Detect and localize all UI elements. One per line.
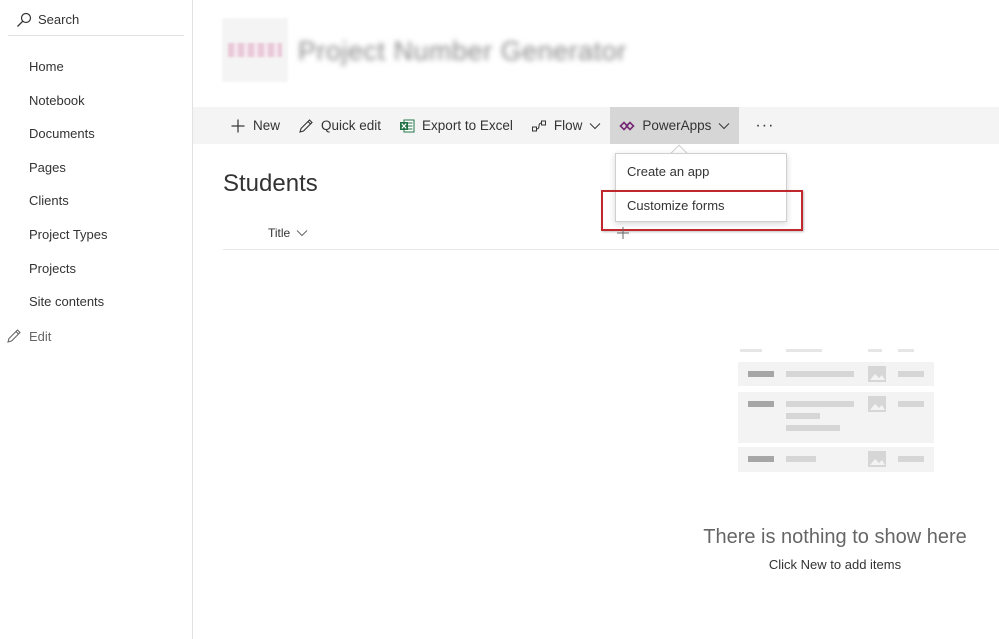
site-logo[interactable]: [222, 18, 288, 82]
left-navigation: Search Home Notebook Documents Pages Cli…: [0, 0, 193, 639]
nav-item-documents[interactable]: Documents: [0, 117, 192, 151]
new-label: New: [253, 118, 281, 133]
powerapps-dropdown-menu: Create an app Customize forms: [615, 153, 787, 222]
chevron-down-icon: [719, 122, 730, 129]
quick-edit-label: Quick edit: [321, 118, 382, 133]
nav-item-projects[interactable]: Projects: [0, 252, 192, 286]
nav-item-clients[interactable]: Clients: [0, 184, 192, 218]
column-header-title[interactable]: Title: [268, 226, 308, 240]
flow-icon: [531, 120, 546, 131]
column-header-label: Title: [268, 226, 291, 240]
nav-item-project-types[interactable]: Project Types: [0, 218, 192, 252]
export-to-excel-button[interactable]: Export to Excel: [390, 107, 522, 144]
pencil-icon: [7, 329, 21, 343]
nav-item-notebook[interactable]: Notebook: [0, 84, 192, 118]
powerapps-icon: [619, 120, 635, 131]
nav-list: Home Notebook Documents Pages Clients Pr…: [0, 50, 192, 319]
site-title[interactable]: Project Number Generator: [298, 36, 627, 67]
empty-state-title: There is nothing to show here: [703, 526, 967, 548]
empty-list-illustration: [738, 349, 934, 472]
plus-icon: [617, 227, 629, 239]
nav-edit-label: Edit: [29, 328, 52, 344]
powerapps-label: PowerApps: [642, 118, 712, 133]
chevron-down-icon: [590, 122, 601, 129]
new-button[interactable]: New: [193, 107, 289, 144]
search-box[interactable]: Search: [8, 4, 184, 36]
nav-item-pages[interactable]: Pages: [0, 151, 192, 185]
nav-item-site-contents[interactable]: Site contents: [0, 285, 192, 319]
search-icon: [17, 12, 32, 27]
add-column-button[interactable]: [616, 226, 630, 245]
nav-item-home[interactable]: Home: [0, 50, 192, 84]
plus-icon: [231, 119, 245, 132]
menu-item-customize-forms[interactable]: Customize forms: [616, 189, 786, 223]
more-options-button[interactable]: ···: [743, 107, 786, 144]
column-header-divider: [223, 249, 999, 250]
powerapps-button[interactable]: PowerApps: [610, 107, 740, 144]
export-label: Export to Excel: [422, 118, 513, 133]
nav-edit-link[interactable]: Edit: [6, 322, 51, 350]
menu-item-create-an-app[interactable]: Create an app: [616, 155, 786, 189]
flow-button[interactable]: Flow: [522, 107, 611, 144]
quick-edit-button[interactable]: Quick edit: [289, 107, 390, 144]
excel-icon: [400, 119, 415, 132]
search-label: Search: [38, 12, 80, 27]
command-bar: New Quick edit Export to Excel Flow Powe…: [193, 107, 999, 144]
chevron-down-icon: [296, 230, 308, 237]
list-title: Students: [223, 170, 318, 197]
pencil-icon: [299, 118, 313, 133]
flow-label: Flow: [553, 118, 583, 133]
empty-state-subtitle: Click New to add items: [768, 557, 902, 572]
